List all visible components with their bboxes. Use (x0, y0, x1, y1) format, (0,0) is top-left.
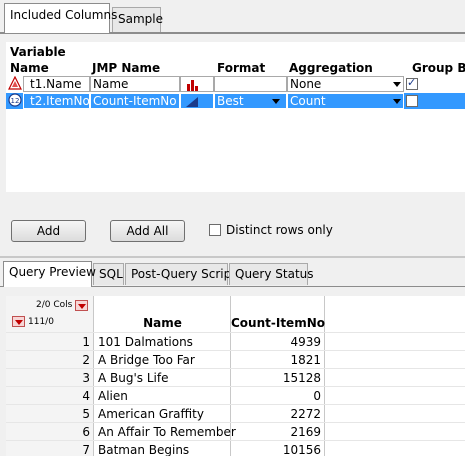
cell-count: 10156 (282, 443, 321, 456)
header-format: Format (217, 61, 266, 75)
cell-count: 2169 (290, 425, 321, 439)
chevron-down-icon (393, 99, 401, 104)
table-row[interactable]: 3 A Bug's Life 15128 (6, 368, 465, 386)
row-number: 4 (82, 389, 90, 403)
header-name: Name (10, 61, 49, 75)
table-row[interactable]: 7 Batman Begins 10156 (6, 440, 465, 456)
rows-menu-icon[interactable] (12, 316, 25, 327)
header-aggregation: Aggregation (289, 61, 373, 75)
tab-query-status[interactable]: Query Status (229, 263, 314, 285)
tab-included-columns[interactable]: Included Columns (4, 3, 117, 33)
jmp-name-field[interactable]: Name (90, 76, 180, 92)
table-row[interactable]: 2 A Bridge Too Far 1821 (6, 350, 465, 368)
row-number: 7 (82, 443, 90, 456)
variable-name-field[interactable]: t2.ItemNo (23, 93, 90, 109)
tab-query-preview[interactable]: Query Preview (3, 261, 96, 287)
tab-sample[interactable]: Sample (112, 7, 163, 33)
continuous-icon: 12 (8, 93, 24, 109)
aggregation-value: None (290, 77, 322, 91)
distinct-rows-checkbox[interactable] (209, 224, 221, 236)
columns-menu-icon[interactable] (75, 300, 88, 311)
row-number: 1 (82, 335, 90, 349)
cell-name: 101 Dalmations (98, 335, 193, 349)
row-number: 3 (82, 371, 90, 385)
cell-count: 1821 (290, 353, 321, 367)
cell-name: Batman Begins (98, 443, 190, 456)
cell-count: 4939 (290, 335, 321, 349)
group-by-checkbox[interactable] (406, 76, 418, 90)
column-header-count[interactable]: Count-ItemNo (231, 316, 325, 330)
included-columns-panel: Variable Name JMP Name Format Aggregatio… (0, 33, 465, 255)
table-row[interactable]: 5 American Graffity 2272 (6, 404, 465, 422)
chevron-down-icon (393, 82, 401, 87)
tab-sql[interactable]: SQL (93, 263, 124, 285)
query-preview-panel: Query Preview SQL Post-Query Script Quer… (0, 256, 465, 456)
aggregation-dropdown[interactable]: Count (287, 93, 404, 109)
tab-post-query-script[interactable]: Post-Query Script (125, 263, 236, 285)
variable-row[interactable]: t1.Name Name None (6, 76, 465, 92)
chevron-down-icon (272, 99, 280, 104)
cell-name: American Graffity (98, 407, 204, 421)
row-number: 5 (82, 407, 90, 421)
aggregation-dropdown[interactable]: None (287, 76, 404, 92)
jmp-name-field[interactable]: Count-ItemNo (90, 93, 180, 109)
svg-text:12: 12 (11, 97, 20, 105)
add-all-button[interactable]: Add All (110, 220, 185, 242)
variable-row-selected[interactable]: 12 t2.ItemNo Count-ItemNo Best Count (6, 93, 465, 109)
ramp-icon[interactable] (180, 93, 214, 109)
cell-count: 2272 (290, 407, 321, 421)
variable-grid: Variable Name JMP Name Format Aggregatio… (6, 42, 465, 192)
cols-label: 2/0 Cols (36, 300, 73, 310)
aggregation-value: Count (290, 94, 326, 108)
cell-name: A Bug's Life (98, 371, 169, 385)
table-row[interactable]: 1 101 Dalmations 4939 (6, 332, 465, 350)
table-row[interactable]: 6 An Affair To Remember 2169 (6, 422, 465, 440)
cell-name: Alien (98, 389, 128, 403)
cell-name: A Bridge Too Far (98, 353, 195, 367)
header-variable: Variable (10, 45, 66, 59)
cell-name: An Affair To Remember (98, 425, 236, 439)
format-dropdown[interactable]: Best (214, 93, 287, 109)
format-dropdown[interactable] (214, 76, 287, 92)
cell-count: 0 (313, 389, 321, 403)
row-number: 2 (82, 353, 90, 367)
bar-chart-icon[interactable] (180, 76, 214, 92)
distinct-rows-label: Distinct rows only (226, 223, 333, 237)
cell-count: 15128 (282, 371, 321, 385)
add-button[interactable]: Add (11, 220, 86, 242)
column-header-name[interactable]: Name (94, 316, 231, 330)
table-row[interactable]: 4 Alien 0 (6, 386, 465, 404)
variable-name-field[interactable]: t1.Name (23, 76, 90, 92)
format-value: Best (217, 94, 244, 108)
row-number: 6 (82, 425, 90, 439)
rows-label: 111/0 (28, 317, 54, 327)
header-jmp-name: JMP Name (92, 61, 161, 75)
data-table: 2/0 Cols 111/0 Name Count-ItemNo 1 101 D… (6, 296, 465, 456)
nominal-icon (8, 76, 24, 92)
group-by-checkbox[interactable] (406, 95, 418, 107)
header-group-by: Group By (412, 61, 465, 75)
